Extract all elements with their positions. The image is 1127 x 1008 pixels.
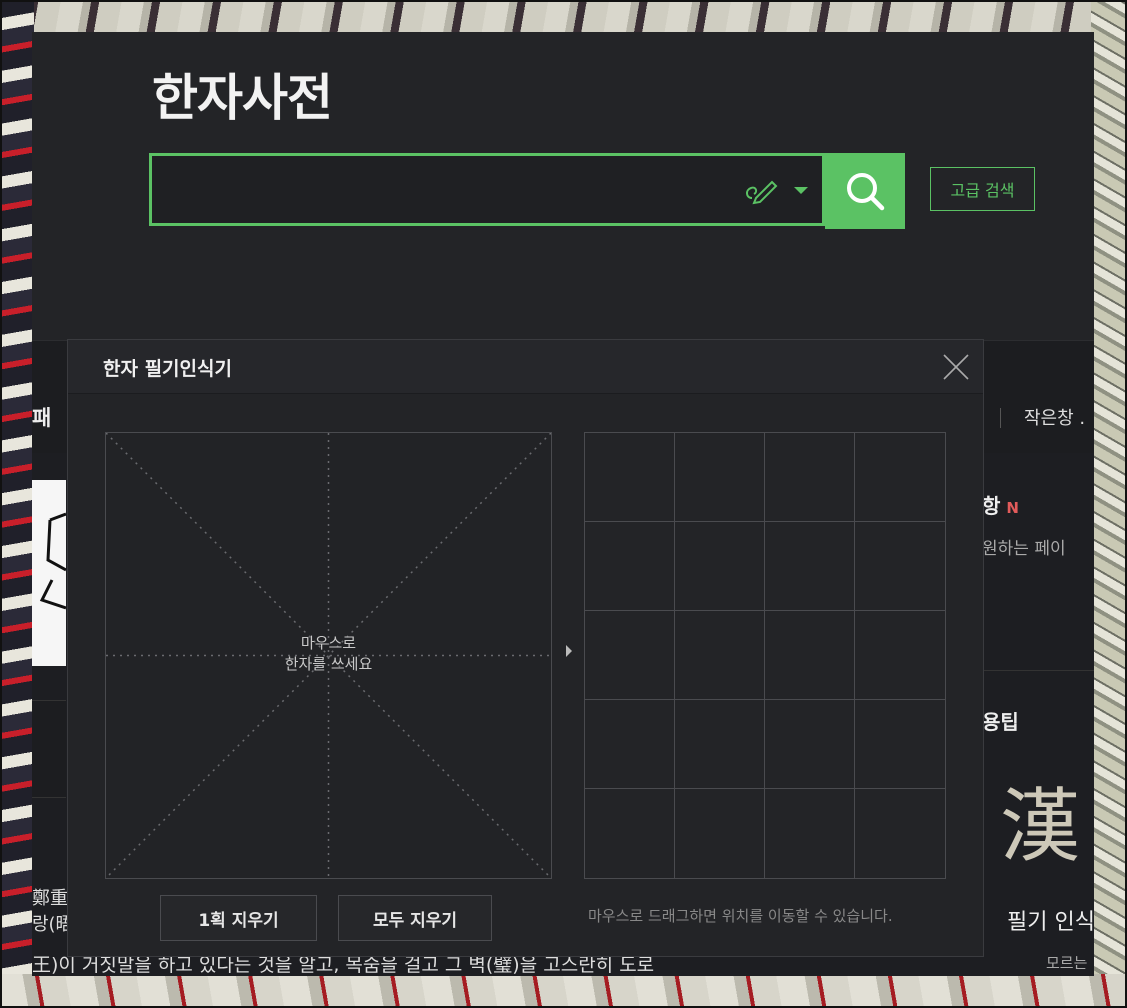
search-icon [847,173,885,211]
notice-title[interactable]: 항N [982,490,1019,519]
candidate-cell[interactable] [765,700,855,789]
candidate-cell[interactable] [855,611,945,700]
candidate-cell[interactable] [765,611,855,700]
advanced-search-button[interactable]: 고급 검색 [930,167,1035,211]
handwriting-canvas[interactable]: 마우스로 한자를 쓰세요 [105,432,552,879]
candidate-cell[interactable] [855,433,945,522]
handwriting-promo-text: 모르는 [1046,954,1088,972]
article-text: 鄭重 [32,888,68,909]
nav-item-partial[interactable]: 패 [32,402,51,432]
candidate-cell[interactable] [675,433,765,522]
site-logo[interactable]: 한자사전 [152,58,333,130]
handwriting-dialog: 한자 필기인식기 마우스로 한자를 쓰세요 1획 지우기 모두 지우기 마우스로… [67,339,984,957]
background-top-strip [0,0,1127,32]
candidate-cell[interactable] [675,611,765,700]
drag-hint: 마우스로 드래그하면 위치를 이동할 수 있습니다. [588,907,893,925]
notice-title-text: 항 [982,494,1001,518]
new-badge: N [1006,499,1019,517]
left-card-secondary [32,700,66,798]
divider [1000,408,1001,428]
search-input[interactable] [149,153,825,226]
candidate-cell[interactable] [765,789,855,878]
candidate-cell[interactable] [675,700,765,789]
canvas-hint-line: 마우스로 [300,634,357,652]
divider [982,670,1094,671]
handwriting-pen-icon[interactable] [742,172,782,208]
candidate-cell[interactable] [585,789,675,878]
close-icon[interactable] [941,352,971,382]
right-sidebar: 항N 원하는 페이 용팁 漢 필기 인식 모르는 [982,452,1094,976]
sketch-image [39,512,66,610]
arrow-right-icon [566,645,572,657]
hanja-illustration: 漢 [1000,780,1080,873]
candidate-cell[interactable] [855,700,945,789]
background-bottom-strip [0,974,1127,1008]
canvas-hint: 마우스로 한자를 쓰세요 [106,633,551,675]
candidate-cell[interactable] [765,522,855,611]
candidate-cell[interactable] [855,522,945,611]
clear-all-button[interactable]: 모두 지우기 [338,895,492,941]
candidate-cell[interactable] [585,522,675,611]
background-right-strip [1091,0,1127,1008]
candidate-cell[interactable] [675,522,765,611]
candidate-grid [584,432,946,879]
small-window-link[interactable]: 작은창 . [1024,404,1085,430]
chevron-down-icon[interactable] [794,187,808,194]
left-card-image [32,480,66,666]
candidate-cell[interactable] [585,611,675,700]
handwriting-promo-title[interactable]: 필기 인식 [1007,904,1094,936]
candidate-cell[interactable] [765,433,855,522]
candidate-cell[interactable] [855,789,945,878]
notice-text[interactable]: 원하는 페이 [982,534,1066,559]
background-left-strip [0,0,34,1008]
candidate-cell[interactable] [585,700,675,789]
header: 한자사전 고급 검색 [32,32,1094,340]
undo-stroke-button[interactable]: 1획 지우기 [160,895,317,941]
tips-title: 용팁 [982,710,1019,734]
search-button[interactable] [825,153,905,229]
dialog-header[interactable]: 한자 필기인식기 [68,340,983,394]
dialog-title: 한자 필기인식기 [103,358,232,380]
canvas-hint-line: 한자를 쓰세요 [284,655,373,673]
candidate-cell[interactable] [675,789,765,878]
candidate-cell[interactable] [585,433,675,522]
